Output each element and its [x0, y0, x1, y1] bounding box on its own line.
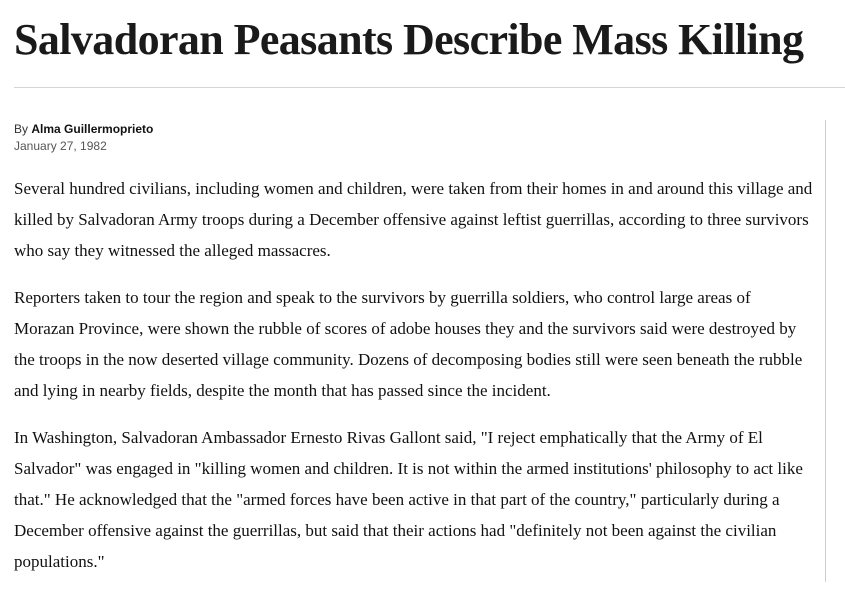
article-body: Several hundred civilians, including wom… — [14, 173, 814, 593]
publish-date: January 27, 1982 — [14, 139, 107, 153]
byline-prefix: By — [14, 122, 29, 136]
header-divider — [14, 87, 845, 88]
article-paragraph: In Washington, Salvadoran Ambassador Ern… — [14, 428, 803, 571]
article-paragraph: Several hundred civilians, including wom… — [14, 179, 813, 260]
article-headline: Salvadoran Peasants Describe Mass Killin… — [14, 15, 804, 64]
byline: By Alma Guillermoprieto — [14, 121, 153, 137]
author-link[interactable]: Alma Guillermoprieto — [31, 122, 153, 136]
sidebar-divider — [825, 120, 826, 582]
article-paragraph: Reporters taken to tour the region and s… — [14, 288, 803, 400]
